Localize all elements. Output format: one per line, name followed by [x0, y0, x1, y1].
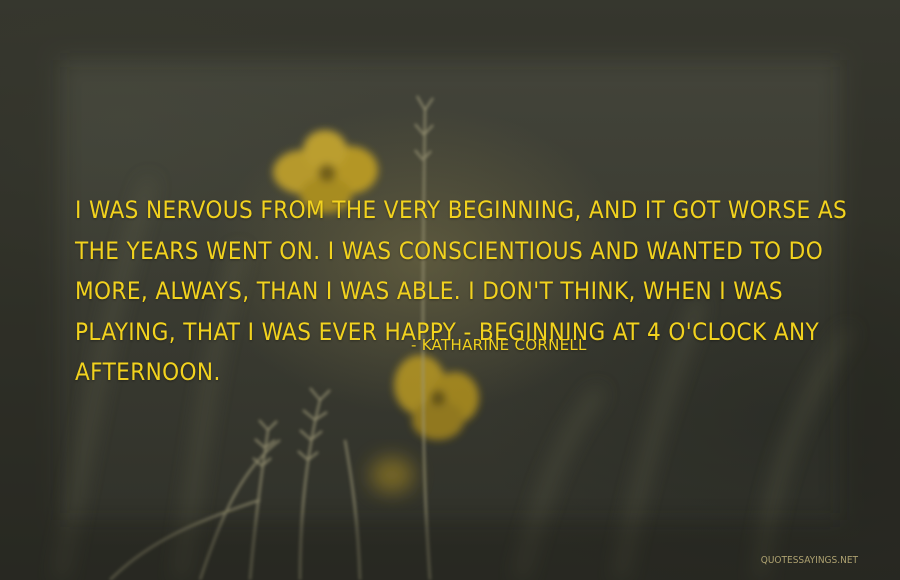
- site-watermark: QUOTESSAYINGS.NET: [760, 555, 858, 566]
- quote-author: - Katharine Cornell: [411, 336, 587, 354]
- quote-image: I was nervous from the very beginning, a…: [0, 0, 900, 580]
- yellow-flower-blur: [370, 457, 414, 493]
- quote-text: I was nervous from the very beginning, a…: [75, 196, 848, 386]
